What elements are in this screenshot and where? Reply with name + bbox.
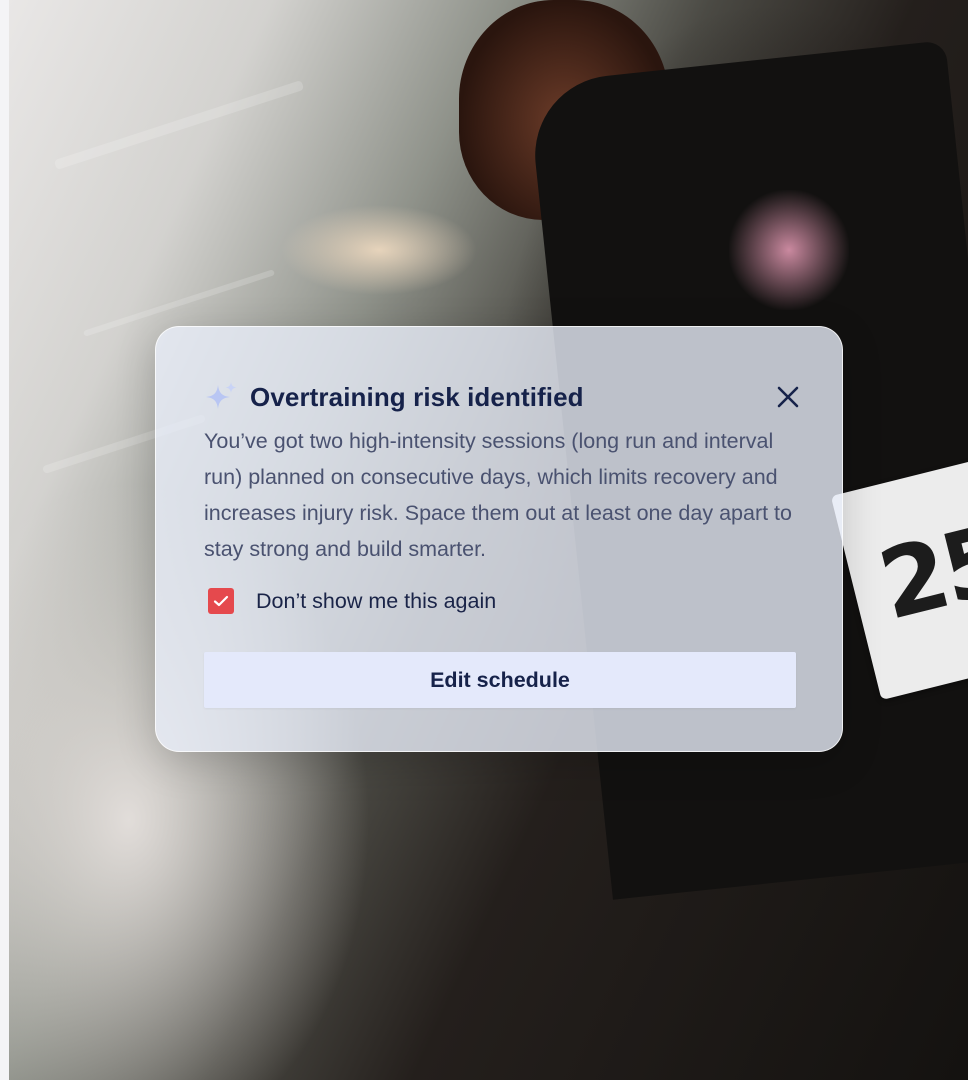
motion-streak (53, 80, 305, 170)
sparkle-icon (204, 379, 240, 415)
left-edge-strip (0, 0, 9, 1080)
shirt-print (729, 190, 849, 310)
dialog-title: Overtraining risk identified (250, 381, 584, 412)
dont-show-again-checkbox[interactable] (208, 588, 234, 614)
close-icon (777, 386, 799, 408)
dont-show-again-label: Don’t show me this again (256, 588, 497, 613)
edit-schedule-button[interactable]: Edit schedule (204, 652, 796, 708)
dialog-message: You’ve got two high-intensity sessions (… (204, 429, 792, 561)
dialog-header: Overtraining risk identified (204, 377, 799, 417)
check-icon (213, 595, 229, 607)
close-button[interactable] (772, 381, 804, 413)
race-bib-number: 25 (868, 502, 968, 642)
dont-show-again-toggle[interactable]: Don’t show me this again (208, 588, 496, 614)
overtraining-alert-dialog: Overtraining risk identified You’ve got … (155, 326, 843, 752)
screen: 25 Overtraining risk identified You’ve g… (0, 0, 968, 1080)
